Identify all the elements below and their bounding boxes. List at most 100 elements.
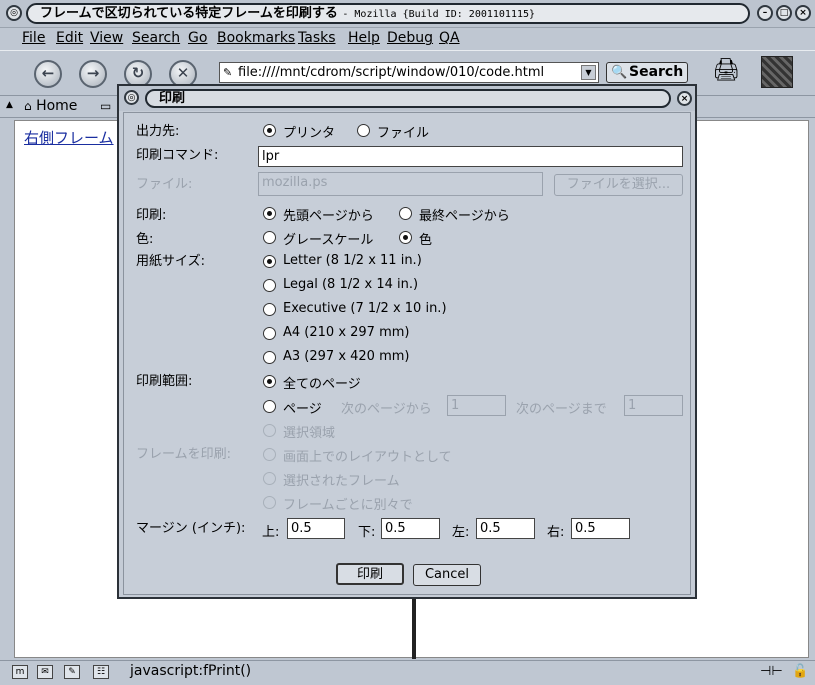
url-input[interactable]: ✎ file:////mnt/cdrom/script/window/010/c… <box>219 62 599 83</box>
color-label: 色: <box>136 232 154 247</box>
minimize-icon[interactable]: – <box>757 5 773 21</box>
paper-a4-label[interactable]: A4 (210 x 297 mm) <box>283 325 409 340</box>
url-dropdown-icon[interactable]: ▼ <box>581 65 596 80</box>
back-icon[interactable]: ← <box>34 60 62 88</box>
window-title: フレームで区切られている特定フレームを印刷する - Mozilla {Build… <box>26 3 750 24</box>
range-pages-radio[interactable] <box>263 400 276 413</box>
choose-file-button[interactable]: ファイルを選択... <box>554 174 683 196</box>
grayscale-label[interactable]: グレースケール <box>283 229 373 248</box>
menu-debug[interactable]: Debug <box>387 30 433 46</box>
margin-bottom-field[interactable]: 0.5 <box>381 518 440 539</box>
margin-left-field[interactable]: 0.5 <box>476 518 535 539</box>
order-first-label[interactable]: 先頭ページから <box>283 205 374 224</box>
menu-tasks[interactable]: Tasks <box>298 30 336 46</box>
forward-icon[interactable]: → <box>79 60 107 88</box>
cancel-button[interactable]: Cancel <box>413 564 481 586</box>
range-to-field[interactable]: 1 <box>624 395 683 416</box>
home-button[interactable]: ⌂ Home <box>24 98 77 114</box>
paper-executive-radio[interactable] <box>263 303 276 316</box>
grayscale-radio[interactable] <box>263 231 276 244</box>
addressbook-icon[interactable]: ☷ <box>93 665 109 679</box>
color-radio[interactable] <box>399 231 412 244</box>
destination-printer-radio[interactable] <box>263 124 276 137</box>
order-last-radio[interactable] <box>399 207 412 220</box>
paper-a3-radio[interactable] <box>263 351 276 364</box>
range-from-label: 次のページから <box>341 402 432 417</box>
search-button[interactable]: 🔍 Search <box>606 62 688 83</box>
margin-bottom-label: 下: <box>358 525 376 540</box>
command-label: 印刷コマンド: <box>136 148 219 163</box>
range-all-label[interactable]: 全てのページ <box>283 373 361 392</box>
paper-a4-radio[interactable] <box>263 327 276 340</box>
destination-printer-label[interactable]: プリンタ <box>283 122 335 141</box>
file-path-field[interactable]: mozilla.ps <box>258 172 543 196</box>
menu-file[interactable]: File <box>22 30 45 46</box>
paper-legal-radio[interactable] <box>263 279 276 292</box>
margin-top-label: 上: <box>262 525 280 540</box>
print-button[interactable]: 印刷 <box>336 563 404 585</box>
range-selection-label[interactable]: 選択領域 <box>283 422 335 441</box>
security-lock-icon[interactable]: 🔓 <box>792 664 808 679</box>
maximize-icon[interactable]: □ <box>776 5 792 21</box>
collapse-arrow-icon[interactable]: ▲ <box>6 100 13 110</box>
menu-go[interactable]: Go <box>188 30 207 46</box>
close-icon[interactable]: × <box>795 5 811 21</box>
menu-help[interactable]: Help <box>348 30 380 46</box>
frame-selected-label[interactable]: 選択されたフレーム <box>283 470 400 489</box>
range-selection-radio[interactable] <box>263 424 276 437</box>
window-title-suffix: - Mozilla {Build ID: 2001101115} <box>342 9 536 20</box>
margin-left-label: 左: <box>452 525 470 540</box>
range-all-radio[interactable] <box>263 375 276 388</box>
right-frame-link[interactable]: 右側フレーム <box>24 127 114 148</box>
frame-each-label[interactable]: フレームごとに別々で <box>283 494 413 513</box>
print-command-field[interactable]: lpr <box>258 146 683 167</box>
menu-edit[interactable]: Edit <box>56 30 83 46</box>
frame-layout-radio[interactable] <box>263 448 276 461</box>
margin-top-field[interactable]: 0.5 <box>287 518 345 539</box>
menu-search[interactable]: Search <box>132 30 180 46</box>
frame-each-radio[interactable] <box>263 496 276 509</box>
margin-right-field[interactable]: 0.5 <box>571 518 630 539</box>
throbber-icon[interactable] <box>761 56 793 88</box>
composer-icon[interactable]: ✎ <box>64 665 80 679</box>
file-label: ファイル: <box>136 177 193 192</box>
mail-icon[interactable]: ✉ <box>37 665 53 679</box>
home-label: Home <box>36 98 78 114</box>
online-icon[interactable]: ⊣⊢ <box>760 664 783 679</box>
url-text: file:////mnt/cdrom/script/window/010/cod… <box>238 65 545 80</box>
dialog-close-icon[interactable]: × <box>677 91 692 106</box>
range-pages-label[interactable]: ページ <box>283 398 322 417</box>
color-option-label[interactable]: 色 <box>419 229 432 248</box>
menu-bookmarks[interactable]: Bookmarks <box>217 30 295 46</box>
order-last-label[interactable]: 最終ページから <box>419 205 510 224</box>
dialog-title: 印刷 <box>145 89 671 108</box>
range-from-field[interactable]: 1 <box>447 395 506 416</box>
paper-a3-label[interactable]: A3 (297 x 420 mm) <box>283 349 409 364</box>
paper-legal-label[interactable]: Legal (8 1/2 x 14 in.) <box>283 277 418 292</box>
navigator-icon[interactable]: m <box>12 665 28 679</box>
destination-file-radio[interactable] <box>357 124 370 137</box>
search-icon: 🔍 <box>611 65 628 80</box>
print-order-label: 印刷: <box>136 208 167 223</box>
dialog-body: 出力先: プリンタ ファイル 印刷コマンド: lpr ファイル: mozilla… <box>123 112 691 595</box>
status-text: javascript:fPrint() <box>130 663 252 679</box>
destination-label: 出力先: <box>136 124 180 139</box>
print-frames-label: フレームを印刷: <box>136 447 231 462</box>
frame-selected-radio[interactable] <box>263 472 276 485</box>
destination-file-label[interactable]: ファイル <box>377 122 429 141</box>
print-range-label: 印刷範囲: <box>136 374 193 389</box>
order-first-radio[interactable] <box>263 207 276 220</box>
print-dialog: ◎ 印刷 × 出力先: プリンタ ファイル 印刷コマンド: lpr ファイル: … <box>117 84 697 599</box>
frame-layout-label[interactable]: 画面上でのレイアウトとして <box>283 446 452 465</box>
paper-letter-radio[interactable] <box>263 255 276 268</box>
menu-qa[interactable]: QA <box>439 30 460 46</box>
paper-letter-label[interactable]: Letter (8 1/2 x 11 in.) <box>283 253 422 268</box>
window-menu-icon[interactable]: ◎ <box>6 5 22 21</box>
print-icon[interactable]: 🖨 <box>712 58 748 84</box>
paper-executive-label[interactable]: Executive (7 1/2 x 10 in.) <box>283 301 447 316</box>
range-to-label: 次のページまで <box>516 402 607 417</box>
dialog-menu-icon[interactable]: ◎ <box>124 90 139 105</box>
menu-view[interactable]: View <box>90 30 123 46</box>
margin-label: マージン (インチ): <box>136 521 246 536</box>
bookmarks-folder-icon[interactable]: ▭ <box>100 99 111 113</box>
